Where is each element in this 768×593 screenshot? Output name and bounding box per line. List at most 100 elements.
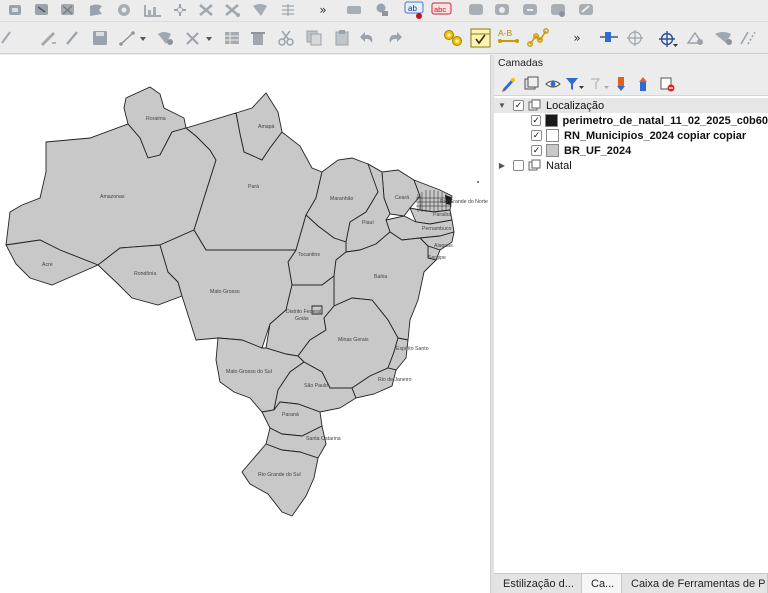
collapse-all-icon[interactable]: [636, 75, 654, 93]
redo-icon[interactable]: [384, 29, 404, 47]
add-ring-icon[interactable]: [684, 29, 706, 47]
layer-rn-swatch: [546, 129, 559, 142]
tab-layer-styling[interactable]: Estilização d...: [494, 574, 582, 593]
label-espirito-santo: Espírito Santo: [396, 346, 429, 352]
label-rondonia: Rondônia: [134, 271, 156, 277]
identify-icon[interactable]: [6, 1, 26, 19]
expand-arrow-icon[interactable]: ▼: [497, 101, 507, 110]
layer-rn-checkbox[interactable]: ✓: [531, 130, 542, 141]
map-dot: [477, 181, 479, 183]
move-feature-icon[interactable]: [196, 1, 216, 19]
qgis-window: » ab abc A-B » Roraima Amapá Amazonas Pa…: [0, 0, 768, 593]
tab-layers[interactable]: Ca...: [582, 574, 622, 593]
field-calculator-icon[interactable]: [469, 27, 493, 49]
tab-processing-toolbox[interactable]: Caixa de Ferramentas de P: [622, 574, 768, 593]
statistics-icon[interactable]: [142, 1, 164, 19]
georeferencer-icon[interactable]: [598, 29, 620, 47]
layer-br-uf-swatch: [546, 144, 559, 157]
label-tool-icon[interactable]: ab: [404, 0, 426, 20]
collapse-arrow-icon[interactable]: ▶: [497, 161, 507, 170]
manage-visibility-icon[interactable]: [544, 75, 562, 93]
group-folder-icon: [528, 99, 541, 112]
select-icon[interactable]: [32, 1, 52, 19]
layer-br-uf[interactable]: ✓ BR_UF_2024: [494, 143, 768, 158]
vertex-tool-icon[interactable]: [170, 1, 190, 19]
reshape-icon[interactable]: [712, 29, 734, 47]
group-folder-icon: [528, 159, 541, 172]
label-sergipe: Sergipe: [428, 255, 446, 261]
layer-rn-municipios[interactable]: ✓ RN_Municipios_2024 copiar copiar: [494, 128, 768, 143]
label-mato-grosso: Mato Grosso: [210, 289, 240, 295]
offset-curve-icon[interactable]: [738, 29, 760, 47]
label-goias: Goiás: [295, 316, 309, 322]
paste-features-icon[interactable]: [332, 29, 352, 47]
group-natal-label: Natal: [546, 159, 572, 172]
layers-panel-title: Camadas: [498, 57, 543, 69]
label-para: Pará: [248, 184, 259, 190]
cut-features-icon[interactable]: [276, 29, 296, 47]
label-roraima: Roraima: [146, 116, 166, 122]
layer-br-uf-checkbox[interactable]: ✓: [531, 145, 542, 156]
copy-features-icon[interactable]: [304, 29, 324, 47]
toolbar-overflow-top[interactable]: »: [316, 1, 330, 19]
digitize-icon[interactable]: [0, 29, 14, 47]
toolbar-overflow-editing[interactable]: »: [570, 29, 584, 47]
group-localizacao-checkbox[interactable]: ✓: [513, 100, 524, 111]
filter-legend-icon[interactable]: [564, 75, 586, 93]
group-natal-checkbox[interactable]: [513, 160, 524, 171]
annotation-icon[interactable]: [250, 1, 270, 19]
change-label-icon[interactable]: [576, 1, 596, 19]
filter-expression-icon[interactable]: [588, 75, 612, 93]
label-ceara: Ceará: [395, 195, 409, 201]
open-layer-styling-icon[interactable]: [500, 75, 518, 93]
distance-label: A-B: [498, 28, 513, 38]
label-rotate-icon[interactable]: abc: [431, 0, 453, 20]
remove-layer-icon[interactable]: [658, 75, 676, 93]
label-pin-icon[interactable]: [372, 1, 392, 19]
label-bahia: Bahia: [374, 274, 387, 280]
toggle-editing-icon[interactable]: [38, 29, 58, 47]
label-rotate-text: abc: [434, 5, 446, 14]
split-feature-icon[interactable]: [222, 1, 242, 19]
deselect-icon[interactable]: [58, 1, 78, 19]
layer-perimetro-natal[interactable]: ✓ perimetro_de_natal_11_02_2025_c0b60: [494, 113, 768, 128]
diagram-icon[interactable]: [466, 1, 486, 19]
pencil-icon[interactable]: [64, 29, 80, 47]
label-santa-catarina: Santa Catarina: [306, 436, 341, 442]
save-edits-icon[interactable]: [90, 29, 110, 47]
layer-perimetro-swatch: [545, 114, 558, 127]
measure-distance-icon[interactable]: A-B: [497, 27, 521, 49]
add-group-icon[interactable]: [522, 75, 540, 93]
layer-rn-label: RN_Municipios_2024 copiar copiar: [564, 129, 747, 142]
modify-attributes-icon[interactable]: [222, 29, 242, 47]
grid-icon[interactable]: [278, 1, 298, 19]
pan-icon[interactable]: [86, 1, 106, 19]
group-localizacao-label: Localização: [546, 99, 605, 112]
layer-br-uf-label: BR_UF_2024: [564, 144, 632, 157]
label-tool-text: ab: [408, 4, 417, 13]
measure-icon[interactable]: [114, 1, 134, 19]
layers-tree[interactable]: ▼ ✓ Localização ✓ perimetro_de_natal_11_…: [494, 95, 768, 573]
crosshair-icon[interactable]: [624, 29, 646, 47]
rotate-label-icon[interactable]: [548, 1, 568, 19]
move-label-icon[interactable]: [520, 1, 540, 19]
vertex-editor-icon[interactable]: [184, 29, 218, 47]
layer-group-natal[interactable]: ▶ Natal: [494, 158, 768, 173]
add-feature-icon[interactable]: [154, 29, 176, 47]
label-settings-icon[interactable]: [344, 1, 364, 19]
layer-group-localizacao[interactable]: ▼ ✓ Localização: [494, 98, 768, 113]
label-amazonas: Amazonas: [100, 194, 125, 200]
map-canvas[interactable]: Roraima Amapá Amazonas Pará Maranhão Cea…: [0, 55, 490, 593]
undo-icon[interactable]: [358, 29, 378, 47]
show-hide-labels-icon[interactable]: [492, 1, 512, 19]
delete-selected-icon[interactable]: [248, 29, 268, 47]
digitize-tracing-icon[interactable]: [656, 29, 682, 49]
digitize-line-icon[interactable]: [118, 29, 150, 47]
toolbar-editing: A-B »: [0, 22, 768, 54]
label-acre: Acre: [42, 262, 53, 268]
layer-perimetro-checkbox[interactable]: ✓: [531, 115, 542, 126]
select-by-expression-icon[interactable]: [442, 28, 464, 48]
expand-all-icon[interactable]: [614, 75, 632, 93]
network-analysis-icon[interactable]: [526, 27, 550, 49]
layers-panel: Camadas ▼ ✓ Localização ✓ perimetro_de_n…: [494, 55, 768, 593]
